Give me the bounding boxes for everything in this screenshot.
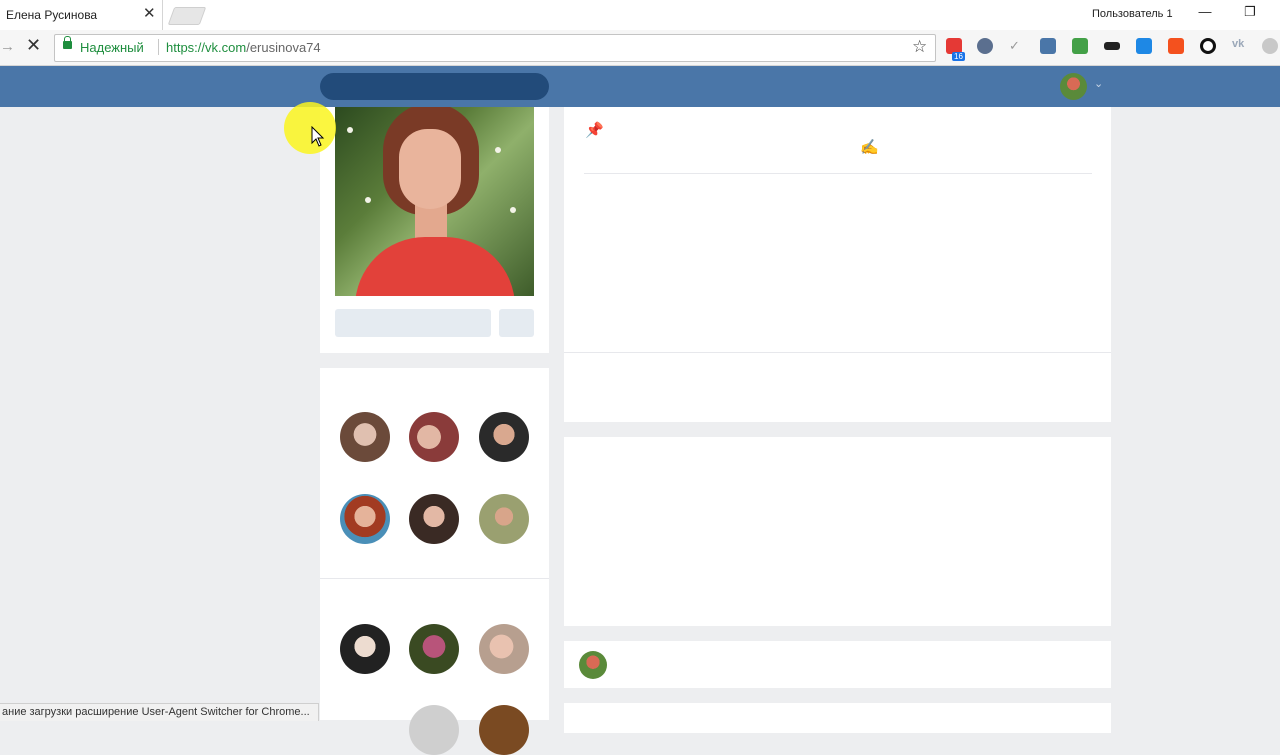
- omnibox-separator: [158, 39, 159, 55]
- extension-briefcase-icon[interactable]: [1072, 38, 1088, 54]
- profile-label[interactable]: Пользователь 1: [1092, 8, 1173, 20]
- mouse-cursor-icon: [311, 126, 325, 147]
- tab-title: Елена Русинова: [6, 8, 98, 22]
- friend-avatar[interactable]: [409, 494, 459, 544]
- edit-status-icon[interactable]: ✍: [860, 138, 879, 156]
- friend-avatar[interactable]: [479, 412, 529, 462]
- extension-badge: 16: [952, 52, 965, 61]
- extension-user-icon[interactable]: [977, 38, 993, 54]
- address-bar[interactable]: Надежный https://vk.com/erusinova74 ☆: [54, 34, 936, 62]
- friend-avatar[interactable]: [340, 494, 390, 544]
- extension-t-icon[interactable]: [1168, 38, 1184, 54]
- forward-icon[interactable]: →: [0, 38, 15, 55]
- secure-label: Надежный: [80, 40, 144, 55]
- friends-divider: [320, 578, 549, 579]
- info-divider: [564, 352, 1111, 353]
- profile-info-card: 📌 ✍: [564, 107, 1111, 422]
- wall-avatar[interactable]: [579, 651, 607, 679]
- status-bar: ание загрузки расширение User-Agent Swit…: [0, 703, 319, 721]
- extension-vk-icon[interactable]: [1040, 38, 1056, 54]
- new-tab-button[interactable]: [167, 7, 207, 25]
- info-divider: [584, 173, 1092, 174]
- url-host: https://vk.com: [166, 40, 247, 55]
- url-path: /erusinova74: [246, 40, 321, 55]
- edit-profile-button[interactable]: [335, 309, 491, 337]
- friend-avatar[interactable]: [409, 705, 459, 755]
- photo-flower: [347, 127, 353, 133]
- lock-icon: [63, 36, 72, 49]
- profile-photo[interactable]: [335, 107, 534, 296]
- photo-face: [399, 129, 461, 209]
- wall-post-card: [564, 641, 1111, 688]
- friend-avatar[interactable]: [479, 705, 529, 755]
- cursor-highlight: [284, 102, 336, 154]
- pin-icon: 📌: [585, 122, 604, 139]
- friend-avatar[interactable]: [409, 624, 459, 674]
- extension-vk-gray-icon[interactable]: vk: [1232, 38, 1248, 54]
- tab-close-icon[interactable]: ✕: [143, 5, 156, 23]
- minimize-icon[interactable]: —: [1192, 4, 1218, 19]
- profile-photo-card: [320, 107, 549, 353]
- friend-avatar[interactable]: [479, 494, 529, 544]
- friend-avatar[interactable]: [340, 412, 390, 462]
- more-actions-button[interactable]: [499, 309, 534, 337]
- restore-icon[interactable]: ❐: [1237, 4, 1263, 20]
- browser-tab[interactable]: Елена Русинова ✕: [0, 0, 163, 30]
- friend-avatar[interactable]: [409, 412, 459, 462]
- settings-gear-icon[interactable]: [1262, 38, 1278, 54]
- stop-loading-icon[interactable]: ✕: [26, 35, 41, 56]
- extension-ring-icon[interactable]: [1200, 38, 1216, 54]
- browser-toolbar: → ✕ Надежный https://vk.com/erusinova74 …: [0, 30, 1280, 66]
- wall-post-card-next: [564, 703, 1111, 733]
- photo-flower: [495, 147, 501, 153]
- photo-dress: [355, 237, 515, 296]
- photo-flower: [365, 197, 371, 203]
- extension-glasses-icon[interactable]: [1104, 42, 1120, 50]
- friend-avatar[interactable]: [479, 624, 529, 674]
- bookmark-star-icon[interactable]: ☆: [912, 37, 927, 57]
- friends-card: [320, 368, 549, 755]
- extension-check-icon[interactable]: ✓: [1009, 38, 1025, 54]
- url-text[interactable]: https://vk.com/erusinova74: [166, 40, 321, 55]
- friend-avatar[interactable]: [340, 624, 390, 674]
- vk-search-input[interactable]: [320, 73, 549, 100]
- header-avatar[interactable]: [1060, 73, 1087, 100]
- extension-hex-icon[interactable]: [1136, 38, 1152, 54]
- vk-header: ⌄: [0, 66, 1280, 107]
- chevron-down-icon[interactable]: ⌄: [1094, 77, 1103, 90]
- browser-tab-strip: Елена Русинова ✕ Пользователь 1 — ❐: [0, 0, 1280, 30]
- post-form-card[interactable]: [564, 437, 1111, 626]
- photo-flower: [510, 207, 516, 213]
